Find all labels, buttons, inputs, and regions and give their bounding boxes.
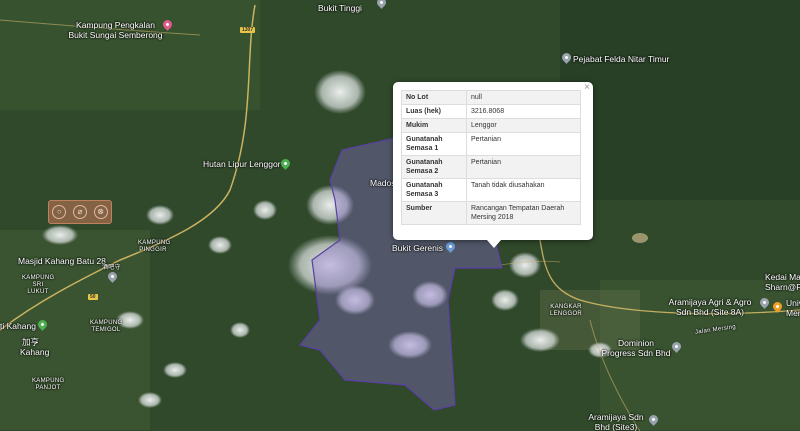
attribute-value: Pertanian — [466, 155, 581, 179]
place-kampung-temigol[interactable]: KAMPUNG TEMIGOL — [90, 320, 122, 334]
attribute-key: Sumber — [401, 201, 467, 225]
tool-circle-icon[interactable]: ○ — [52, 205, 67, 219]
place-kedai-mah[interactable]: Kedai Mah Sharn@Po — [765, 272, 800, 292]
place-kampung-panjot[interactable]: KAMPUNG PANJOT — [32, 378, 64, 392]
tool-measure-icon[interactable]: ⌀ — [72, 205, 87, 219]
place-kampung-pengkalan[interactable]: Kampung Pengkalan Bukit Sungai Semberong — [68, 20, 163, 40]
place-kahang[interactable]: Kahang — [20, 347, 49, 357]
attribute-value: null — [466, 90, 581, 105]
place-kangkar-lenggor[interactable]: KANGKAR LENGGOR — [548, 304, 584, 318]
place-kampung-sri-lukut[interactable]: KAMPUNG SRI LUKUT — [22, 275, 54, 296]
close-icon[interactable]: × — [584, 82, 590, 93]
attribute-value: Rancangan Tempatan Daerah Mersing 2018 — [466, 201, 581, 225]
attribute-value: Tanah tidak diusahakan — [466, 178, 581, 202]
attribute-value: Lenggor — [466, 118, 581, 133]
attribute-row: No Lot null — [401, 90, 581, 105]
place-masjid-kahang[interactable]: Masjid Kahang Batu 28 — [18, 256, 106, 266]
attribute-value: 3216.8068 — [466, 104, 581, 119]
route-50-shield: 50 — [88, 294, 98, 300]
place-bukit-gerenis[interactable]: Bukit Gerenis — [392, 243, 443, 253]
attribute-row: Gunatanah Semasa 3 Tanah tidak diusahakan — [401, 178, 581, 202]
attribute-key: No Lot — [401, 90, 467, 105]
place-bukit-tinggi[interactable]: Bukit Tinggi — [318, 3, 362, 13]
place-hutan-lipur[interactable]: Hutan Lipur Lenggor — [203, 159, 281, 169]
attribute-key: Mukim — [401, 118, 467, 133]
attribute-row: Sumber Rancangan Tempatan Daerah Mersing … — [401, 201, 581, 225]
place-university[interactable]: Universiti Mer (UNIM — [786, 298, 800, 318]
place-aramijaya-agri[interactable]: Aramijaya Agri & Agro Sdn Bhd (Site 8A) — [660, 297, 760, 317]
place-aramijaya-sdn[interactable]: Aramijaya Sdn Bhd (Site3) — [585, 412, 647, 431]
attribute-key: Gunatanah Semasa 3 — [401, 178, 467, 202]
place-ti-kahang[interactable]: ti Kahang — [0, 321, 36, 331]
popup-pointer — [487, 240, 501, 248]
attribute-row: Mukim Lenggor — [401, 118, 581, 133]
attribute-row: Gunatanah Semasa 2 Pertanian — [401, 155, 581, 179]
attribute-key: Gunatanah Semasa 2 — [401, 155, 467, 179]
attribute-value: Pertanian — [466, 132, 581, 156]
kahang-cn-label: 加亨 — [22, 337, 40, 347]
place-pejabat-felda[interactable]: Pejabat Felda Nitar Timur — [573, 54, 669, 64]
attribute-row: Gunatanah Semasa 1 Pertanian — [401, 132, 581, 156]
place-mados[interactable]: Mados — [370, 178, 396, 188]
tool-clear-icon[interactable]: ⊗ — [93, 205, 108, 219]
map-toolbar-overlay[interactable]: ○ ⌀ ⊗ — [48, 200, 112, 224]
place-kampung-pinggir[interactable]: KAMPUNG PINGGIR — [138, 240, 170, 254]
route-1307-shield: 1307 — [240, 27, 256, 33]
place-dominion[interactable]: Dominion Progress Sdn Bhd — [600, 338, 672, 358]
attribute-key: Gunatanah Semasa 1 — [401, 132, 467, 156]
attribute-table: No Lot null Luas (hek) 3216.8068 Mukim Lenggo… — [401, 90, 581, 225]
feature-info-popup: × No Lot null Luas (hek) 3216.8068 Mukim Leng… — [393, 82, 593, 240]
attribute-key: Luas (hek) — [401, 104, 467, 119]
attribute-row: Luas (hek) 3216.8068 — [401, 104, 581, 119]
